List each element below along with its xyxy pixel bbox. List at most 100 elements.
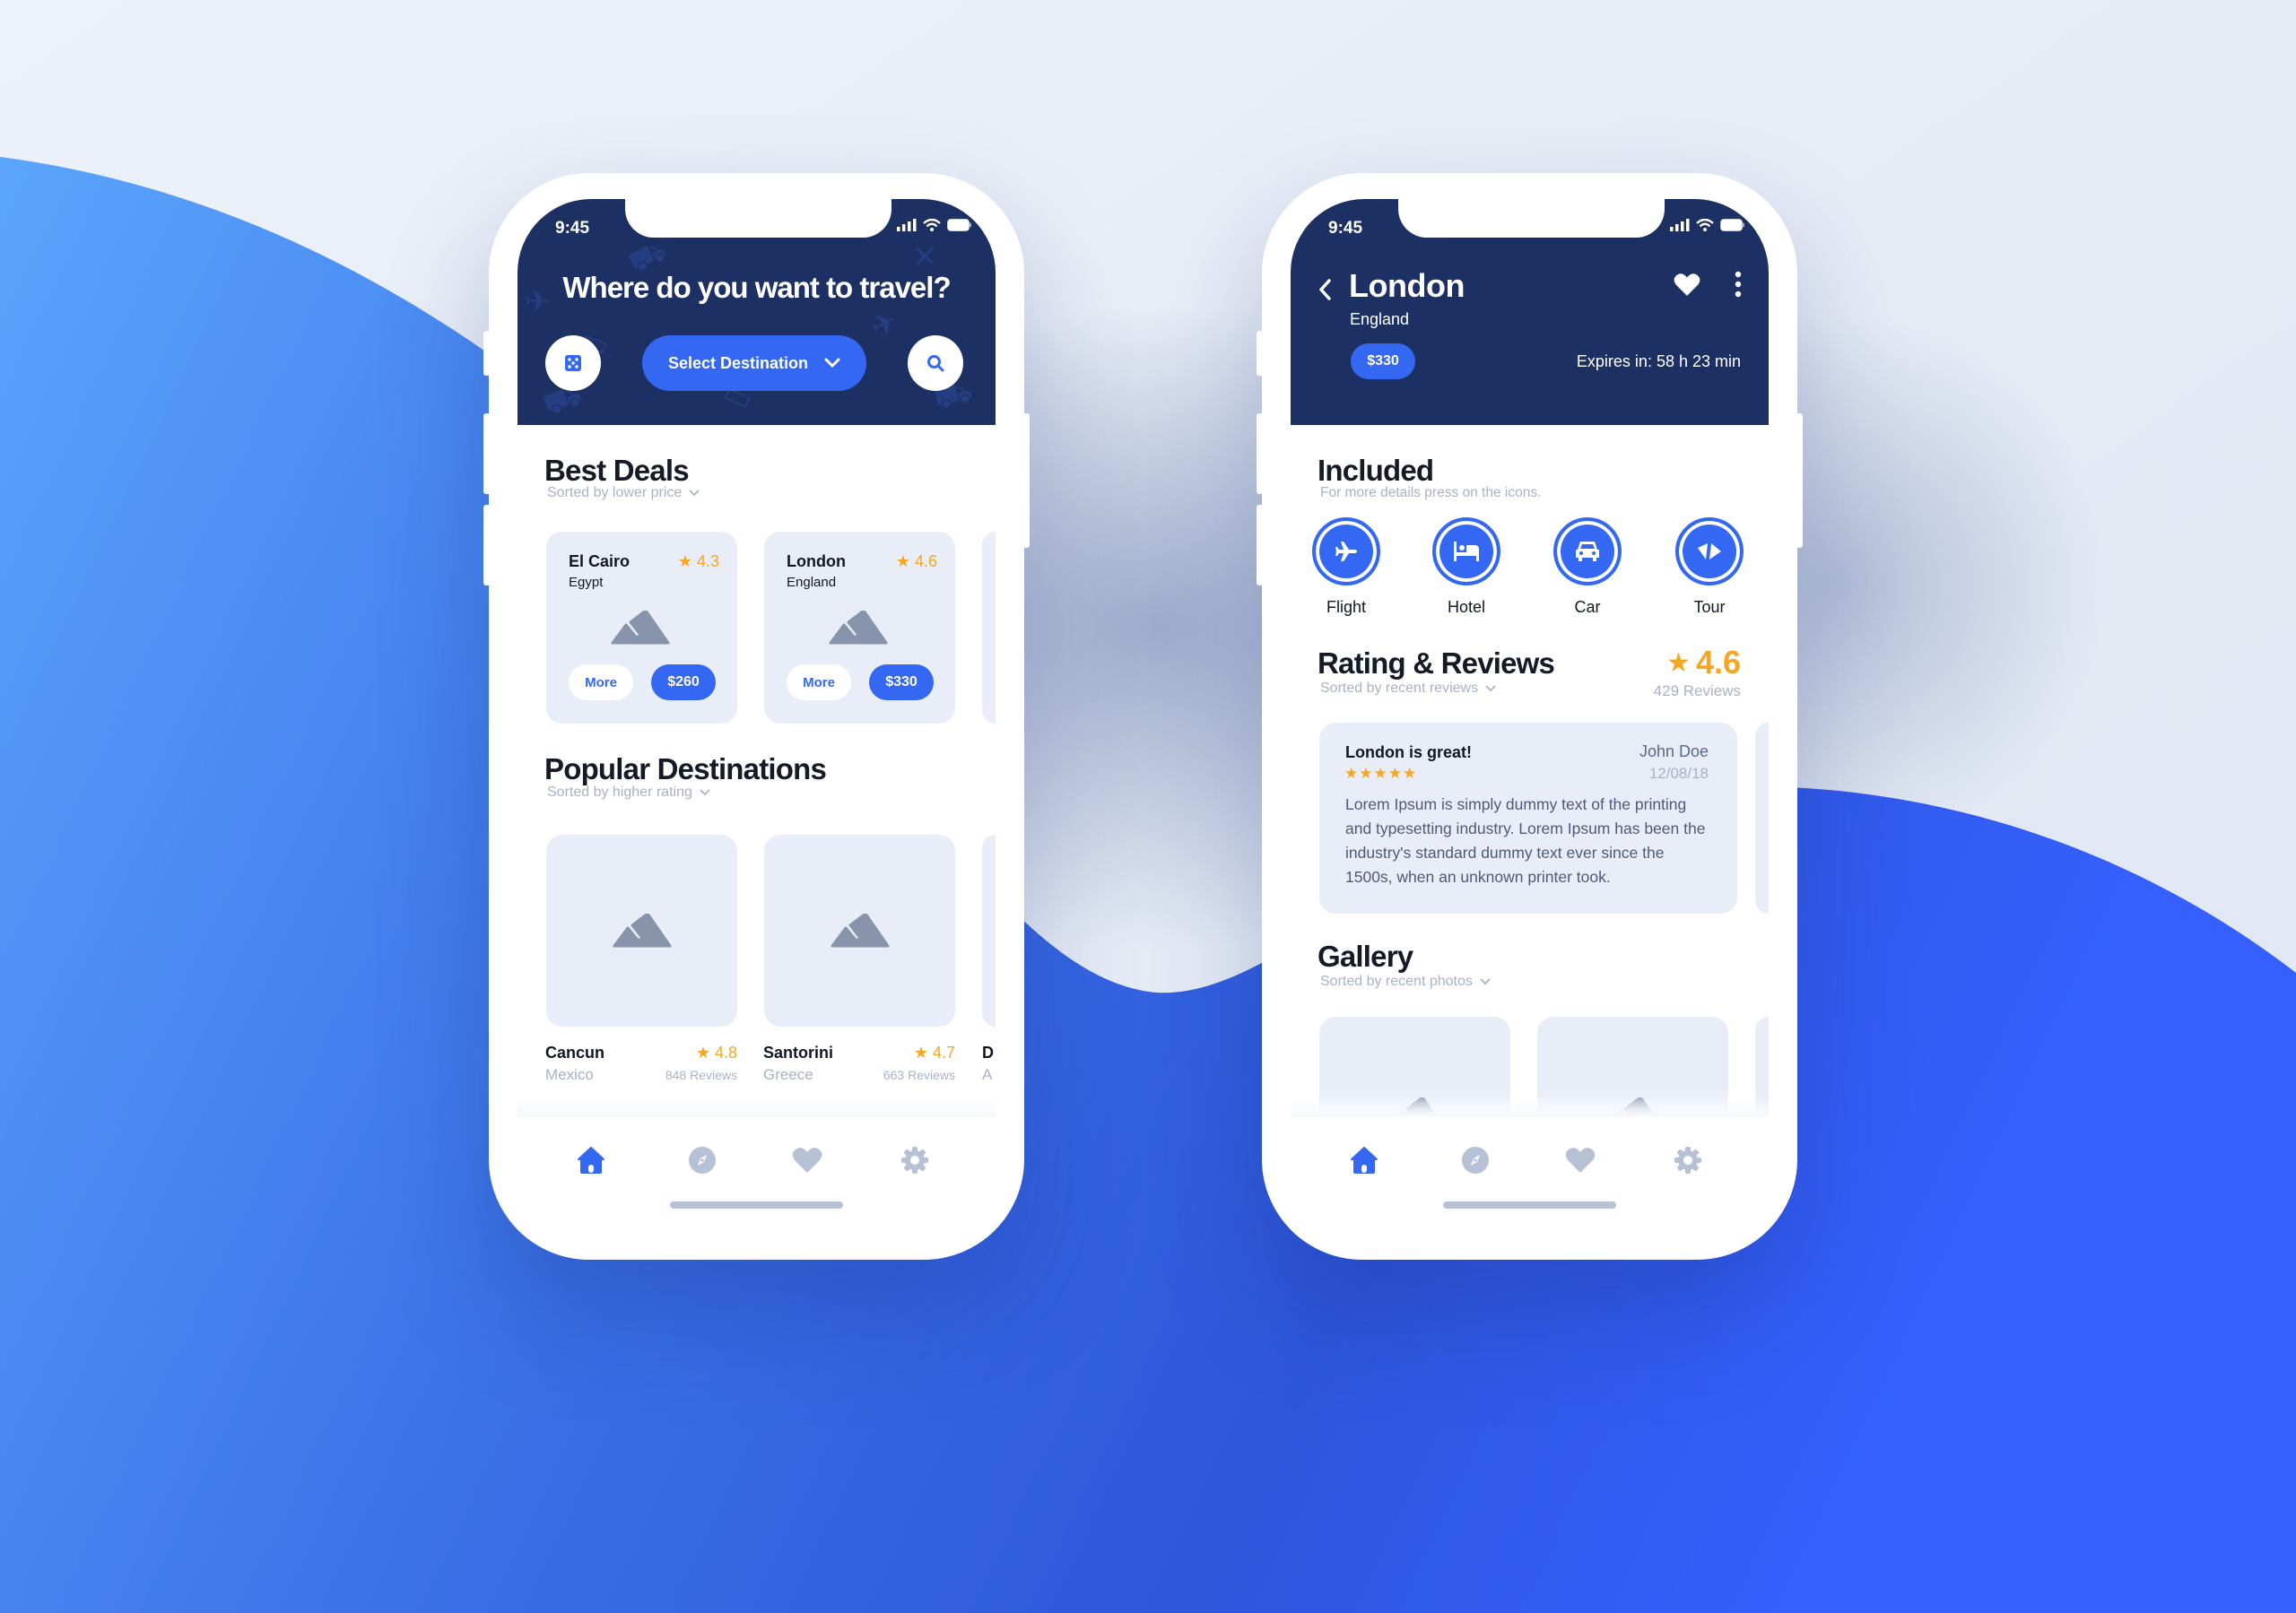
reviews-sort[interactable]: Sorted by recent reviews [1320, 681, 1496, 697]
tab-explore[interactable] [684, 1142, 720, 1178]
tab-explore[interactable] [1457, 1142, 1493, 1178]
tabbar-fade [517, 1097, 996, 1117]
back-icon[interactable] [1318, 278, 1332, 301]
home-icon [578, 1147, 604, 1174]
review-author: John Doe [1639, 742, 1709, 760]
tab-home[interactable] [1346, 1142, 1382, 1178]
included-tour[interactable]: Tour [1669, 517, 1750, 617]
deal-card-peek[interactable] [982, 532, 996, 724]
chevron-down-icon [689, 490, 700, 497]
deal-rating-value: 4.3 [696, 552, 719, 570]
expires-countdown: Expires in: 58 h 23 min [1576, 352, 1741, 370]
popular-country: Mexico [545, 1066, 594, 1083]
random-destination-button[interactable] [545, 335, 601, 391]
best-deals-sort[interactable]: Sorted by lower price [547, 485, 700, 501]
heart-icon [792, 1148, 822, 1173]
reviews-title: Rating & Reviews [1318, 646, 1555, 680]
reviews-sort-label: Sorted by recent reviews [1320, 681, 1479, 696]
tour-button[interactable] [1675, 517, 1744, 585]
deal-country: Egypt [569, 575, 604, 590]
popular-card-peek[interactable] [982, 835, 996, 1027]
more-options-icon[interactable] [1735, 271, 1742, 298]
tab-favorites[interactable] [1562, 1142, 1598, 1178]
deal-city: El Cairo [569, 552, 631, 570]
review-title: London is great! [1345, 743, 1472, 761]
price-button[interactable]: $260 [651, 664, 716, 700]
battery-icon [947, 219, 971, 231]
gear-icon [901, 1147, 928, 1174]
home-indicator[interactable] [1443, 1201, 1616, 1209]
popular-country: A [982, 1066, 993, 1083]
image-placeholder-icon [613, 914, 671, 948]
popular-sort[interactable]: Sorted by higher rating [547, 785, 710, 801]
search-icon [927, 355, 944, 372]
power-button [1797, 413, 1803, 548]
heart-icon [1565, 1148, 1596, 1173]
notch [1398, 199, 1665, 238]
review-body: Lorem Ipsum is simply dummy text of the … [1345, 795, 1706, 886]
tab-settings[interactable] [1670, 1142, 1706, 1178]
included-flight[interactable]: Flight [1306, 517, 1387, 617]
popular-card-image[interactable] [764, 835, 955, 1027]
detail-screen: 9:45 London England $330 Expires in: 58 … [1291, 199, 1769, 1230]
flight-button[interactable] [1312, 517, 1380, 585]
search-button[interactable] [908, 335, 963, 391]
chevron-down-icon [1480, 978, 1491, 985]
included-car[interactable]: Car [1547, 517, 1628, 617]
food-pattern-icon: ✕ [912, 240, 938, 274]
review-card[interactable]: London is great! ★★★★★ John Doe 12/08/18… [1319, 723, 1737, 914]
tab-bar [517, 1097, 996, 1230]
price-badge[interactable]: $330 [1351, 343, 1415, 379]
volume-up-button [1257, 413, 1262, 494]
included-hotel[interactable]: Hotel [1426, 517, 1507, 617]
plane-icon [1335, 542, 1357, 561]
status-icons [897, 219, 972, 231]
notch [625, 199, 891, 238]
signal-icon [1670, 219, 1690, 231]
home-header: ✈ ⛟ ▭ ⛟ ✈ ✕ ▭ ⛟ 9:45 Where do you want t… [517, 199, 996, 425]
popular-reviews: 848 Reviews [665, 1068, 737, 1082]
star-icon: ★ [1666, 647, 1691, 678]
overall-rating-value: 4.6 [1695, 644, 1741, 681]
popular-country: Greece [763, 1066, 813, 1083]
select-destination-dropdown[interactable]: Select Destination [642, 335, 866, 391]
gallery-sort-label: Sorted by recent photos [1320, 974, 1473, 989]
tab-home[interactable] [573, 1142, 609, 1178]
home-indicator[interactable] [670, 1201, 843, 1209]
chevron-down-icon [824, 358, 840, 368]
more-button[interactable]: More [569, 664, 633, 700]
included-label: Flight [1326, 598, 1366, 616]
popular-city: Cancun [545, 1044, 605, 1062]
home-title: Where do you want to travel? [562, 271, 951, 304]
car-button[interactable] [1553, 517, 1622, 585]
review-stars: ★★★★★ [1344, 765, 1418, 782]
detail-city: London [1349, 267, 1465, 304]
included-label: Tour [1693, 598, 1726, 616]
tab-settings[interactable] [897, 1142, 933, 1178]
best-deals-title: Best Deals [544, 454, 690, 487]
included-subtitle: For more details press on the icons. [1320, 485, 1542, 500]
power-button [1024, 413, 1030, 548]
wifi-icon [1696, 219, 1714, 231]
review-card-peek[interactable] [1755, 723, 1769, 914]
star-icon: ★ [895, 552, 910, 570]
tab-favorites[interactable] [789, 1142, 825, 1178]
included-label: Car [1574, 598, 1601, 616]
deal-country: England [787, 575, 837, 590]
popular-card-image[interactable] [546, 835, 737, 1027]
best-deals-sort-label: Sorted by lower price [547, 485, 683, 500]
more-button[interactable]: More [787, 664, 851, 700]
plane-pattern-icon: ✈ [865, 303, 905, 346]
status-time: 9:45 [1328, 219, 1363, 238]
tabbar-fade [1291, 1097, 1769, 1117]
deal-card[interactable]: London England ★ 4.6 More $330 [764, 532, 955, 724]
price-button[interactable]: $330 [869, 664, 934, 700]
phone-home: ✈ ⛟ ▭ ⛟ ✈ ✕ ▭ ⛟ 9:45 Where do you want t… [483, 173, 1030, 1260]
deal-card[interactable]: El Cairo Egypt ★ 4.3 More $260 [546, 532, 737, 724]
image-placeholder-icon [831, 914, 889, 948]
gallery-sort[interactable]: Sorted by recent photos [1320, 974, 1491, 990]
popular-rating: ★ 4.7 [865, 1044, 955, 1062]
hotel-button[interactable] [1432, 517, 1500, 585]
background-waves [0, 0, 2296, 1613]
favorite-heart-icon[interactable] [1674, 273, 1700, 297]
